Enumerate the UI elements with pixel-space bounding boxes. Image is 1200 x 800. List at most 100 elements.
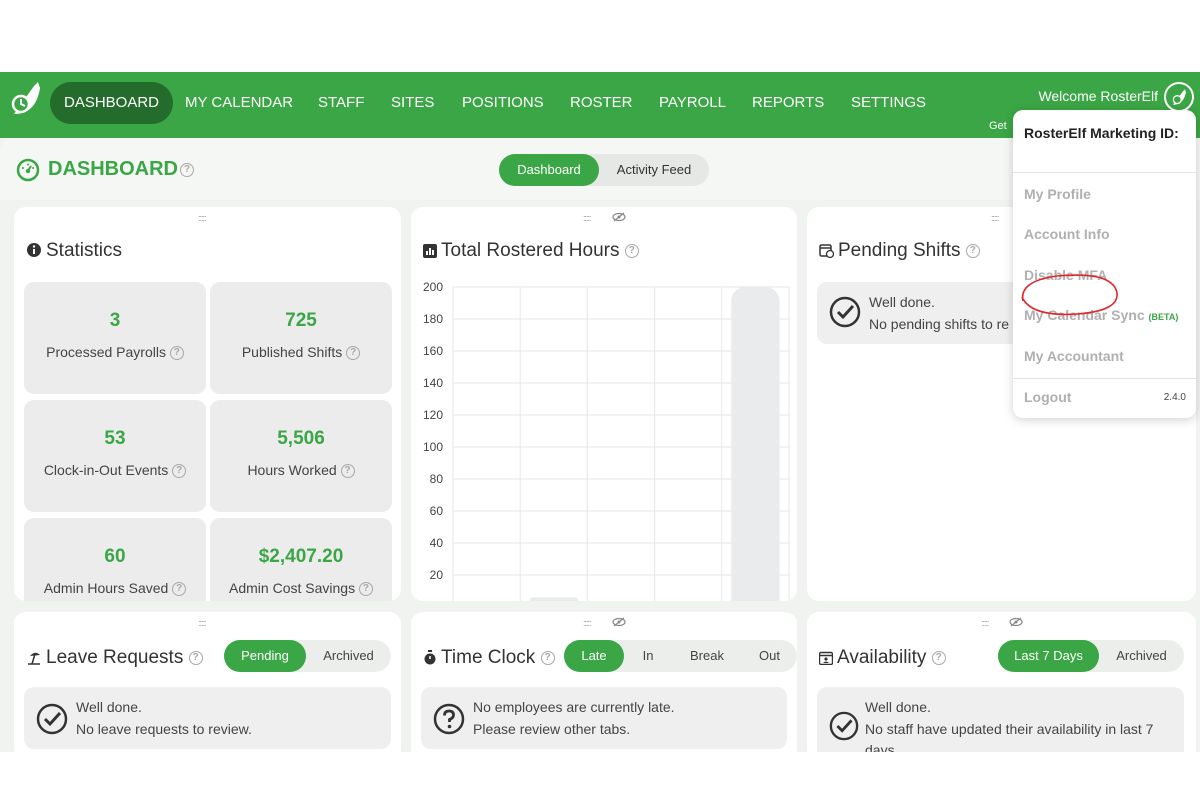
stat-label-text: Admin Hours Saved — [43, 580, 169, 596]
stat-label-text: Admin Cost Savings — [229, 580, 356, 596]
stat-clock-in-out-events[interactable]: 53 Clock-in-Out Events ? — [24, 400, 206, 512]
tab-last-7-days[interactable]: Last 7 Days — [998, 640, 1099, 672]
beach-icon — [28, 652, 40, 665]
help-icon[interactable]: ? — [169, 346, 184, 361]
message-line-2: Please review other tabs. — [473, 721, 631, 737]
user-avatar-icon[interactable] — [1164, 82, 1194, 112]
nav-dashboard[interactable]: DASHBOARD — [50, 82, 174, 124]
stat-admin-cost-savings[interactable]: $2,407.20 Admin Cost Savings ? — [210, 518, 392, 601]
drag-handle-icon[interactable]: ::::: — [981, 618, 997, 628]
y-tick-label: 160 — [423, 344, 443, 358]
nav-my-calendar[interactable]: MY CALENDAR — [171, 82, 307, 124]
stat-label: Admin Cost Savings ? — [210, 580, 392, 597]
rosterelf-logo-icon[interactable] — [8, 80, 42, 120]
message-line-3: days. — [865, 742, 899, 752]
stat-label: Clock-in-Out Events ? — [24, 462, 206, 479]
stat-label-text: Hours Worked — [247, 462, 337, 478]
tab-archived[interactable]: Archived — [1099, 640, 1184, 672]
chart-bar[interactable] — [731, 287, 780, 601]
drag-handle-icon[interactable]: ::::: — [991, 213, 1007, 223]
tab-dashboard[interactable]: Dashboard — [499, 154, 599, 186]
help-icon[interactable]: ? — [931, 650, 946, 665]
stat-admin-hours-saved[interactable]: 60 Admin Hours Saved ? — [24, 518, 206, 601]
app-window: DASHBOARD MY CALENDAR STAFF SITES POSITI… — [0, 72, 1200, 752]
y-tick-label: 40 — [430, 536, 444, 550]
tab-archived[interactable]: Archived — [306, 640, 391, 672]
time-clock-title: Time Clock ? — [423, 647, 555, 669]
hide-eye-icon[interactable] — [612, 617, 626, 627]
stat-label-text: Published Shifts — [241, 344, 343, 360]
nav-staff[interactable]: STAFF — [304, 82, 378, 124]
stat-published-shifts[interactable]: 725 Published Shifts ? — [210, 282, 392, 394]
hide-eye-icon[interactable] — [612, 212, 626, 222]
stat-hours-worked[interactable]: 5,506 Hours Worked ? — [210, 400, 392, 512]
leave-requests-title-text: Leave Requests — [46, 647, 184, 668]
tab-pending[interactable]: Pending — [224, 640, 306, 672]
message-line-2: No leave requests to review. — [76, 721, 252, 737]
tab-late[interactable]: Late — [564, 640, 624, 672]
help-icon[interactable]: ? — [180, 163, 194, 177]
tab-break[interactable]: Break — [672, 640, 742, 672]
chart-bar[interactable] — [529, 597, 578, 601]
help-icon[interactable]: ? — [346, 346, 361, 361]
y-tick-label: 140 — [423, 376, 443, 390]
bar-chart-icon — [423, 244, 437, 258]
y-tick-label: 20 — [430, 568, 444, 582]
pending-shifts-title-text: Pending Shifts — [838, 240, 961, 261]
help-icon[interactable]: ? — [540, 650, 555, 665]
drag-handle-icon[interactable]: ::::: — [198, 213, 214, 223]
help-icon[interactable]: ? — [172, 464, 187, 479]
tab-in[interactable]: In — [624, 640, 672, 672]
statistics-title: Statistics — [26, 240, 122, 262]
help-icon[interactable]: ? — [624, 243, 639, 258]
welcome-text[interactable]: Welcome RosterElf — [1038, 88, 1158, 104]
tab-out[interactable]: Out — [742, 640, 797, 672]
help-icon[interactable]: ? — [358, 582, 373, 597]
menu-my-profile[interactable]: My Profile — [1024, 186, 1091, 202]
stat-value: 60 — [104, 546, 126, 567]
menu-account-info[interactable]: Account Info — [1024, 226, 1110, 242]
get-app-text[interactable]: Get — [989, 120, 1007, 132]
account-name: RosterElf Marketing ID: — [1024, 125, 1179, 141]
nav-payroll[interactable]: PAYROLL — [645, 82, 740, 124]
help-icon[interactable]: ? — [172, 582, 187, 597]
y-tick-label: 100 — [423, 440, 443, 454]
help-icon[interactable]: ? — [340, 464, 355, 479]
page-title: DASHBOARD — [48, 158, 178, 180]
time-clock-message: No employees are currently late. Please … — [421, 687, 787, 749]
availability-card: ::::: Availability ? Last 7 Days Archive… — [807, 612, 1196, 752]
leave-requests-message: Well done. No leave requests to review. — [24, 687, 391, 749]
dashboard-view-toggle: Dashboard Activity Feed — [499, 154, 709, 186]
stat-value: 5,506 — [277, 428, 325, 449]
stat-processed-payrolls[interactable]: 3 Processed Payrolls ? — [24, 282, 206, 394]
drag-handle-icon[interactable]: ::::: — [583, 618, 599, 628]
help-icon[interactable]: ? — [188, 650, 203, 665]
nav-settings[interactable]: SETTINGS — [837, 82, 940, 124]
calendar-clock-icon — [819, 244, 835, 259]
total-rostered-hours-card: ::::: Total Rostered Hours ? 20 40 60 80 100… — [411, 207, 797, 601]
menu-logout[interactable]: Logout — [1024, 389, 1071, 405]
nav-reports[interactable]: REPORTS — [738, 82, 838, 124]
beta-badge: (BETA) — [1148, 312, 1179, 322]
app-version: 2.4.0 — [1163, 392, 1186, 403]
nav-roster[interactable]: ROSTER — [556, 82, 647, 124]
tab-activity-feed[interactable]: Activity Feed — [599, 154, 709, 186]
menu-my-accountant[interactable]: My Accountant — [1024, 348, 1124, 364]
drag-handle-icon[interactable]: ::::: — [583, 213, 599, 223]
drag-handle-icon[interactable]: ::::: — [198, 618, 214, 628]
message-line-1: No employees are currently late. — [473, 699, 675, 715]
stat-label: Hours Worked ? — [210, 462, 392, 479]
message-line-2: No pending shifts to re — [869, 316, 1010, 332]
y-tick-label: 200 — [423, 280, 443, 294]
nav-positions[interactable]: POSITIONS — [448, 82, 558, 124]
time-clock-filter-toggle: Late In Break Out — [564, 640, 797, 672]
help-icon[interactable]: ? — [965, 243, 980, 258]
message-line-2: No staff have updated their availability… — [865, 721, 1154, 737]
stat-label: Processed Payrolls ? — [24, 344, 206, 361]
statistics-title-text: Statistics — [46, 240, 123, 261]
hide-eye-icon[interactable] — [1009, 617, 1023, 627]
nav-sites[interactable]: SITES — [377, 82, 448, 124]
y-tick-label: 180 — [423, 312, 443, 326]
stat-label: Admin Hours Saved ? — [24, 580, 206, 597]
statistics-card: ::::: Statistics 3 Processed Payrolls ? … — [14, 207, 401, 601]
